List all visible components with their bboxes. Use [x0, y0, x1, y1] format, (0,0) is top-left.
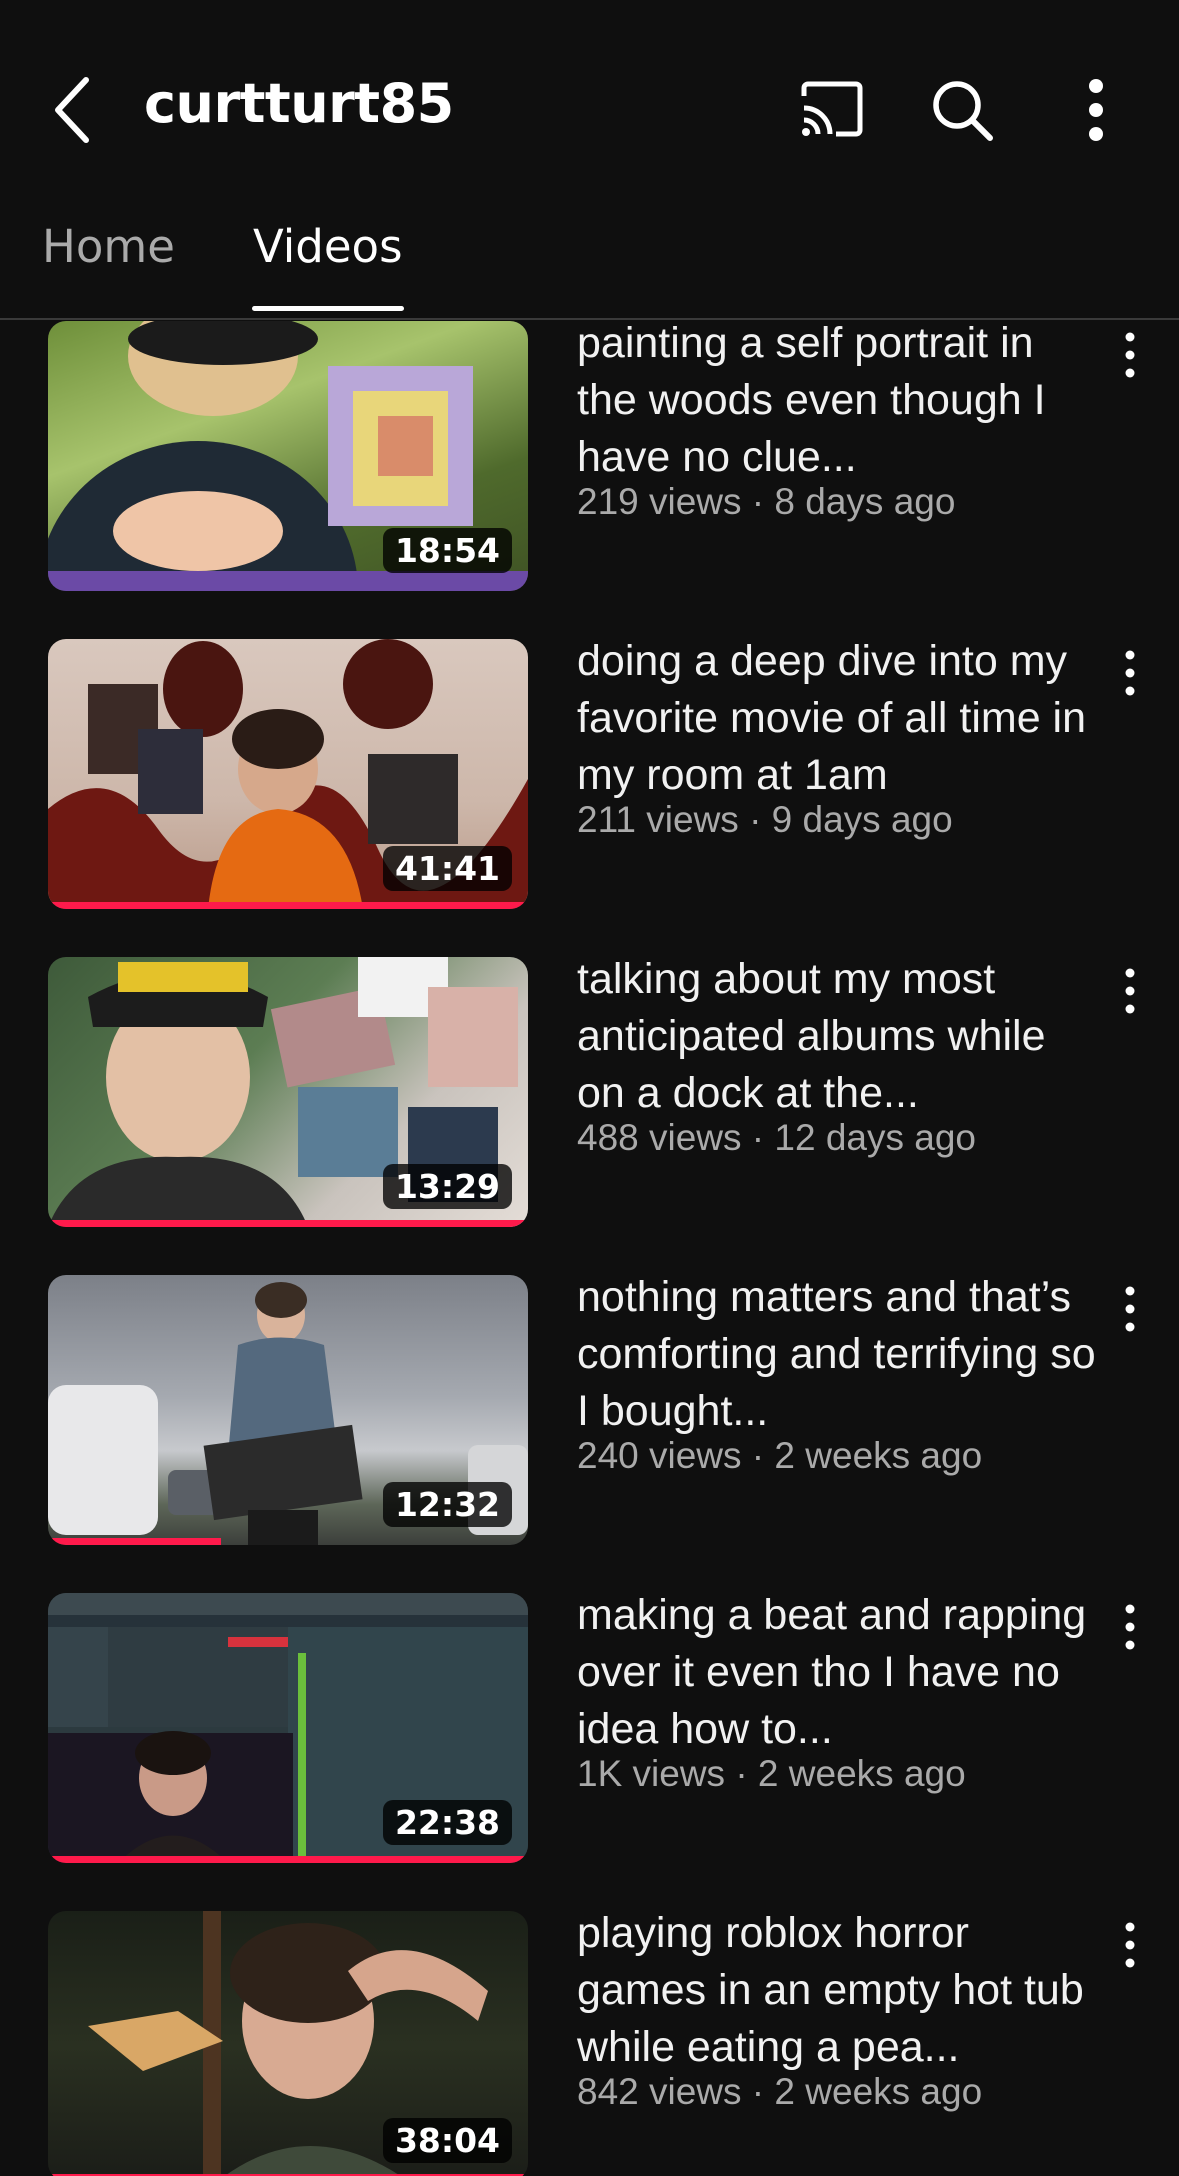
- search-icon: [933, 81, 993, 141]
- channel-tabs: Home Videos: [0, 210, 1179, 320]
- video-duration: 13:29: [382, 1164, 512, 1209]
- video-meta: 240 views · 2 weeks ago: [577, 1435, 983, 1476]
- more-vertical-icon: [1125, 332, 1135, 378]
- video-options-button[interactable]: [1110, 1281, 1150, 1337]
- video-options-button[interactable]: [1110, 963, 1150, 1019]
- channel-title: curtturt85: [144, 72, 454, 135]
- video-thumbnail[interactable]: 12:32: [48, 1275, 528, 1545]
- video-duration: 41:41: [382, 846, 512, 891]
- more-vertical-icon: [1125, 650, 1135, 696]
- selected-tab-indicator: [252, 306, 404, 311]
- video-item[interactable]: 41:41 doing a deep dive into my favorite…: [0, 637, 1179, 939]
- tab-home[interactable]: Home: [42, 220, 175, 273]
- video-title[interactable]: playing roblox horror games in an empty …: [577, 1905, 1097, 2076]
- video-item[interactable]: 38:04 playing roblox horror games in an …: [0, 1909, 1179, 2176]
- video-meta: 842 views · 2 weeks ago: [577, 2071, 983, 2112]
- video-item[interactable]: 13:29 talking about my most anticipated …: [0, 955, 1179, 1257]
- more-options-button[interactable]: [1068, 72, 1124, 148]
- video-title[interactable]: nothing matters and that’s comforting an…: [577, 1269, 1097, 1440]
- chevron-left-icon: [55, 77, 89, 143]
- video-item[interactable]: 12:32 nothing matters and that’s comfort…: [0, 1273, 1179, 1575]
- more-vertical-icon: [1089, 79, 1103, 141]
- watch-progress-bar: [48, 1856, 528, 1863]
- watch-progress-bar: [48, 902, 528, 909]
- video-duration: 38:04: [382, 2118, 512, 2163]
- video-options-button[interactable]: [1110, 645, 1150, 701]
- video-thumbnail[interactable]: 41:41: [48, 639, 528, 909]
- video-thumbnail[interactable]: 22:38: [48, 1593, 528, 1863]
- more-vertical-icon: [1125, 968, 1135, 1014]
- video-thumbnail[interactable]: 18:54: [48, 321, 528, 591]
- video-options-button[interactable]: [1110, 1599, 1150, 1655]
- more-vertical-icon: [1125, 1922, 1135, 1968]
- video-thumbnail[interactable]: 38:04: [48, 1911, 528, 2176]
- watch-progress-bar: [48, 1220, 528, 1227]
- video-title[interactable]: talking about my most anticipated albums…: [577, 951, 1097, 1122]
- video-options-button[interactable]: [1110, 327, 1150, 383]
- video-title[interactable]: doing a deep dive into my favorite movie…: [577, 633, 1097, 804]
- cast-icon: [801, 81, 863, 137]
- search-button[interactable]: [924, 72, 1000, 148]
- top-app-bar: curtturt85: [0, 0, 1179, 220]
- video-duration: 18:54: [382, 528, 512, 573]
- video-title[interactable]: painting a self portrait in the woods ev…: [577, 315, 1097, 486]
- video-thumbnail[interactable]: 13:29: [48, 957, 528, 1227]
- video-meta: 219 views · 8 days ago: [577, 481, 956, 522]
- tab-videos[interactable]: Videos: [253, 220, 403, 273]
- video-item[interactable]: 18:54 painting a self portrait in the wo…: [0, 319, 1179, 621]
- video-item[interactable]: 22:38 making a beat and rapping over it …: [0, 1591, 1179, 1893]
- video-title[interactable]: making a beat and rapping over it even t…: [577, 1587, 1097, 1758]
- more-vertical-icon: [1125, 1604, 1135, 1650]
- video-duration: 12:32: [382, 1482, 512, 1527]
- video-duration: 22:38: [382, 1800, 512, 1845]
- back-button[interactable]: [44, 70, 104, 150]
- video-meta: 488 views · 12 days ago: [577, 1117, 977, 1158]
- video-meta: 211 views · 9 days ago: [577, 799, 953, 840]
- channel-page: curtturt85 Home Videos 18:54 painting a …: [0, 0, 1179, 2176]
- video-options-button[interactable]: [1110, 1917, 1150, 1973]
- cast-button[interactable]: [794, 72, 870, 148]
- watch-progress-bar: [48, 1538, 221, 1545]
- video-meta: 1K views · 2 weeks ago: [577, 1753, 966, 1794]
- more-vertical-icon: [1125, 1286, 1135, 1332]
